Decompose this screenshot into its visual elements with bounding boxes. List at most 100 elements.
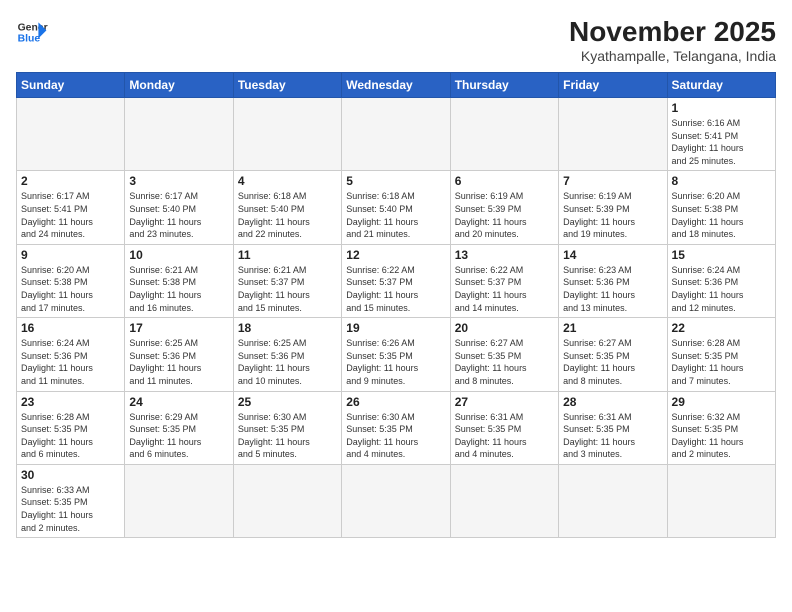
calendar-cell	[667, 464, 775, 537]
weekday-header-wednesday: Wednesday	[342, 73, 450, 98]
day-info: Sunrise: 6:23 AM Sunset: 5:36 PM Dayligh…	[563, 264, 662, 314]
day-number: 30	[21, 468, 120, 482]
calendar-cell: 14 Sunrise: 6:23 AM Sunset: 5:36 PM Dayli…	[559, 244, 667, 317]
day-info: Sunrise: 6:17 AM Sunset: 5:41 PM Dayligh…	[21, 190, 120, 240]
day-number: 18	[238, 321, 337, 335]
calendar-week-row: 2 Sunrise: 6:17 AM Sunset: 5:41 PM Daylig…	[17, 171, 776, 244]
day-info: Sunrise: 6:30 AM Sunset: 5:35 PM Dayligh…	[346, 411, 445, 461]
day-number: 12	[346, 248, 445, 262]
title-block: November 2025 Kyathampalle, Telangana, I…	[569, 16, 776, 64]
page-header: General Blue November 2025 Kyathampalle,…	[16, 16, 776, 64]
weekday-header-thursday: Thursday	[450, 73, 558, 98]
calendar-cell	[450, 98, 558, 171]
day-info: Sunrise: 6:16 AM Sunset: 5:41 PM Dayligh…	[672, 117, 771, 167]
day-info: Sunrise: 6:32 AM Sunset: 5:35 PM Dayligh…	[672, 411, 771, 461]
calendar-cell: 1 Sunrise: 6:16 AM Sunset: 5:41 PM Daylig…	[667, 98, 775, 171]
day-info: Sunrise: 6:18 AM Sunset: 5:40 PM Dayligh…	[238, 190, 337, 240]
calendar-week-row: 16Sunrise: 6:24 AM Sunset: 5:36 PM Dayli…	[17, 318, 776, 391]
day-number: 19	[346, 321, 445, 335]
calendar-cell: 27Sunrise: 6:31 AM Sunset: 5:35 PM Dayli…	[450, 391, 558, 464]
calendar-cell: 17 Sunrise: 6:25 AM Sunset: 5:36 PM Dayli…	[125, 318, 233, 391]
day-number: 28	[563, 395, 662, 409]
day-number: 10	[129, 248, 228, 262]
calendar-cell: 26Sunrise: 6:30 AM Sunset: 5:35 PM Dayli…	[342, 391, 450, 464]
day-info: Sunrise: 6:25 AM Sunset: 5:36 PM Dayligh…	[129, 337, 228, 387]
calendar-cell	[342, 464, 450, 537]
calendar-cell: 29 Sunrise: 6:32 AM Sunset: 5:35 PM Dayli…	[667, 391, 775, 464]
calendar-cell	[125, 464, 233, 537]
calendar-cell: 16Sunrise: 6:24 AM Sunset: 5:36 PM Dayli…	[17, 318, 125, 391]
calendar-cell: 11Sunrise: 6:21 AM Sunset: 5:37 PM Dayli…	[233, 244, 341, 317]
location-subtitle: Kyathampalle, Telangana, India	[569, 48, 776, 64]
day-info: Sunrise: 6:27 AM Sunset: 5:35 PM Dayligh…	[563, 337, 662, 387]
weekday-header-saturday: Saturday	[667, 73, 775, 98]
calendar-table: SundayMondayTuesdayWednesdayThursdayFrid…	[16, 72, 776, 538]
day-number: 5	[346, 174, 445, 188]
calendar-cell: 21 Sunrise: 6:27 AM Sunset: 5:35 PM Dayli…	[559, 318, 667, 391]
day-info: Sunrise: 6:28 AM Sunset: 5:35 PM Dayligh…	[672, 337, 771, 387]
calendar-cell	[559, 464, 667, 537]
calendar-cell: 10Sunrise: 6:21 AM Sunset: 5:38 PM Dayli…	[125, 244, 233, 317]
day-number: 16	[21, 321, 120, 335]
day-info: Sunrise: 6:26 AM Sunset: 5:35 PM Dayligh…	[346, 337, 445, 387]
day-info: Sunrise: 6:33 AM Sunset: 5:35 PM Dayligh…	[21, 484, 120, 534]
calendar-cell: 25 Sunrise: 6:30 AM Sunset: 5:35 PM Dayli…	[233, 391, 341, 464]
weekday-header-sunday: Sunday	[17, 73, 125, 98]
weekday-header-monday: Monday	[125, 73, 233, 98]
day-number: 9	[21, 248, 120, 262]
day-number: 1	[672, 101, 771, 115]
day-info: Sunrise: 6:29 AM Sunset: 5:35 PM Dayligh…	[129, 411, 228, 461]
calendar-cell	[342, 98, 450, 171]
day-info: Sunrise: 6:19 AM Sunset: 5:39 PM Dayligh…	[455, 190, 554, 240]
svg-text:Blue: Blue	[18, 34, 41, 45]
calendar-cell: 23 Sunrise: 6:28 AM Sunset: 5:35 PM Dayli…	[17, 391, 125, 464]
day-info: Sunrise: 6:24 AM Sunset: 5:36 PM Dayligh…	[672, 264, 771, 314]
day-info: Sunrise: 6:31 AM Sunset: 5:35 PM Dayligh…	[563, 411, 662, 461]
day-number: 6	[455, 174, 554, 188]
day-info: Sunrise: 6:30 AM Sunset: 5:35 PM Dayligh…	[238, 411, 337, 461]
day-info: Sunrise: 6:27 AM Sunset: 5:35 PM Dayligh…	[455, 337, 554, 387]
day-number: 8	[672, 174, 771, 188]
calendar-cell: 20Sunrise: 6:27 AM Sunset: 5:35 PM Dayli…	[450, 318, 558, 391]
calendar-cell	[450, 464, 558, 537]
day-number: 4	[238, 174, 337, 188]
calendar-cell: 5Sunrise: 6:18 AM Sunset: 5:40 PM Daylig…	[342, 171, 450, 244]
calendar-cell: 8Sunrise: 6:20 AM Sunset: 5:38 PM Daylig…	[667, 171, 775, 244]
logo: General Blue	[16, 16, 48, 48]
calendar-cell: 9Sunrise: 6:20 AM Sunset: 5:38 PM Daylig…	[17, 244, 125, 317]
calendar-cell: 22 Sunrise: 6:28 AM Sunset: 5:35 PM Dayli…	[667, 318, 775, 391]
day-number: 7	[563, 174, 662, 188]
calendar-cell: 18Sunrise: 6:25 AM Sunset: 5:36 PM Dayli…	[233, 318, 341, 391]
calendar-cell	[233, 98, 341, 171]
calendar-cell: 15 Sunrise: 6:24 AM Sunset: 5:36 PM Dayli…	[667, 244, 775, 317]
day-number: 14	[563, 248, 662, 262]
calendar-week-row: 1 Sunrise: 6:16 AM Sunset: 5:41 PM Daylig…	[17, 98, 776, 171]
calendar-cell: 3Sunrise: 6:17 AM Sunset: 5:40 PM Daylig…	[125, 171, 233, 244]
month-title: November 2025	[569, 16, 776, 48]
calendar-cell: 30 Sunrise: 6:33 AM Sunset: 5:35 PM Dayli…	[17, 464, 125, 537]
calendar-cell: 6 Sunrise: 6:19 AM Sunset: 5:39 PM Daylig…	[450, 171, 558, 244]
day-number: 21	[563, 321, 662, 335]
weekday-header-tuesday: Tuesday	[233, 73, 341, 98]
calendar-week-row: 23 Sunrise: 6:28 AM Sunset: 5:35 PM Dayli…	[17, 391, 776, 464]
day-number: 23	[21, 395, 120, 409]
day-info: Sunrise: 6:17 AM Sunset: 5:40 PM Dayligh…	[129, 190, 228, 240]
day-number: 15	[672, 248, 771, 262]
calendar-cell: 19 Sunrise: 6:26 AM Sunset: 5:35 PM Dayli…	[342, 318, 450, 391]
calendar-cell: 4 Sunrise: 6:18 AM Sunset: 5:40 PM Daylig…	[233, 171, 341, 244]
day-info: Sunrise: 6:21 AM Sunset: 5:37 PM Dayligh…	[238, 264, 337, 314]
calendar-cell: 24 Sunrise: 6:29 AM Sunset: 5:35 PM Dayli…	[125, 391, 233, 464]
day-number: 17	[129, 321, 228, 335]
calendar-cell	[17, 98, 125, 171]
day-number: 25	[238, 395, 337, 409]
day-number: 24	[129, 395, 228, 409]
weekday-header-row: SundayMondayTuesdayWednesdayThursdayFrid…	[17, 73, 776, 98]
day-number: 2	[21, 174, 120, 188]
day-info: Sunrise: 6:28 AM Sunset: 5:35 PM Dayligh…	[21, 411, 120, 461]
day-number: 27	[455, 395, 554, 409]
calendar-cell: 12Sunrise: 6:22 AM Sunset: 5:37 PM Dayli…	[342, 244, 450, 317]
day-number: 13	[455, 248, 554, 262]
day-number: 22	[672, 321, 771, 335]
day-info: Sunrise: 6:22 AM Sunset: 5:37 PM Dayligh…	[455, 264, 554, 314]
day-number: 29	[672, 395, 771, 409]
